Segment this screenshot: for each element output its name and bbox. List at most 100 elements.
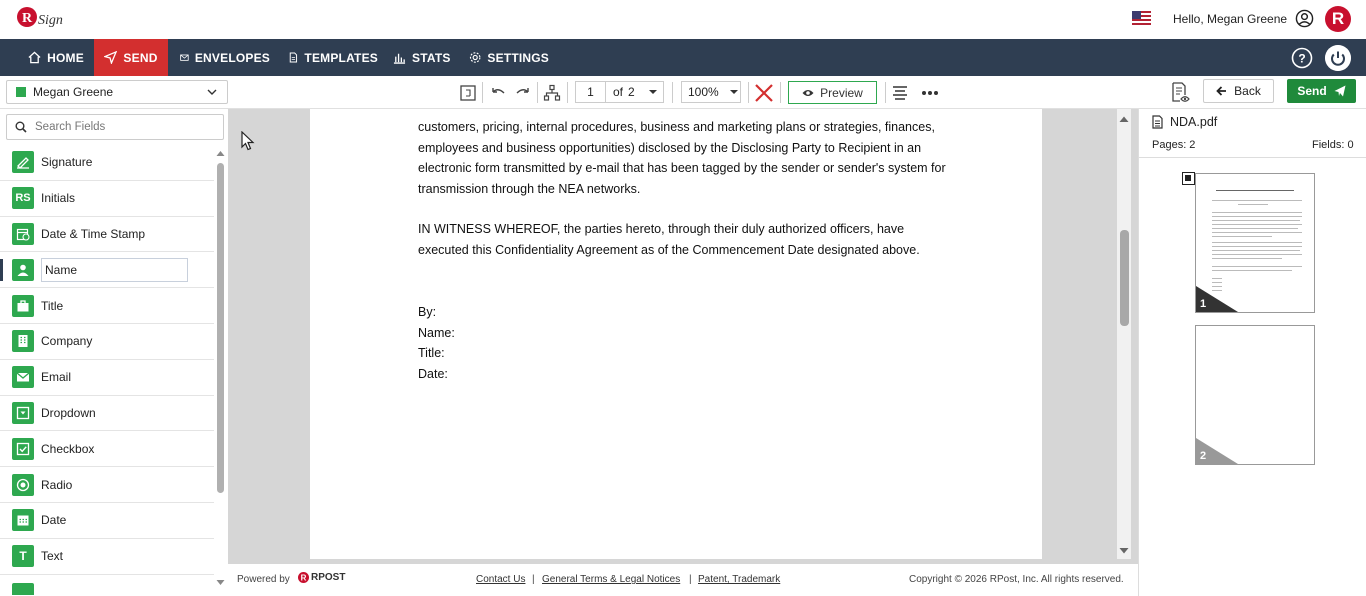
field-label: Dropdown <box>41 405 96 420</box>
doc-line: executed this Confidentiality Agreement … <box>418 242 920 257</box>
nav-envelopes-label: ENVELOPES <box>194 50 270 65</box>
text-icon: T <box>12 545 34 568</box>
template-icon <box>289 52 298 63</box>
footer-separator: | <box>689 574 692 585</box>
field-email[interactable]: Email <box>0 360 214 396</box>
gear-icon <box>469 52 481 63</box>
send-label: Send <box>1297 84 1327 98</box>
zoom-value: 100% <box>688 85 719 99</box>
scroll-up-icon[interactable] <box>216 149 225 157</box>
avatar[interactable]: R <box>1325 6 1351 32</box>
rsign-logo[interactable]: R Sign <box>16 4 72 34</box>
svg-text:R: R <box>301 574 307 583</box>
document-viewer: customers, pricing, internal procedures,… <box>228 109 1138 564</box>
scroll-up-icon[interactable] <box>1119 115 1129 123</box>
field-icon <box>12 582 34 595</box>
nav-envelopes[interactable]: ENVELOPES <box>180 39 270 76</box>
document-page[interactable]: customers, pricing, internal procedures,… <box>310 109 1042 559</box>
arrow-left-icon <box>1216 86 1227 96</box>
document-file-name: NDA.pdf <box>1152 115 1217 129</box>
field-dropdown[interactable]: Dropdown <box>0 396 214 432</box>
field-name[interactable]: Name <box>0 252 214 289</box>
page-select-checkbox[interactable] <box>1182 172 1195 185</box>
nav-settings[interactable]: SETTINGS <box>469 39 549 76</box>
sign-line-by: By: <box>418 305 437 319</box>
divider <box>1138 157 1366 158</box>
send-button[interactable]: Send <box>1287 79 1356 103</box>
rpost-logo-mark: R <box>298 572 309 583</box>
copyright-text: Copyright © 2026 RPost, Inc. All rights … <box>909 574 1124 585</box>
nav-templates-label: TEMPLATES <box>304 50 378 65</box>
undo-icon[interactable] <box>489 84 507 102</box>
align-icon[interactable] <box>891 84 909 102</box>
rpost-logo-text: RPOST <box>311 572 346 583</box>
signature-block: By: Name: Title: Date: <box>418 302 455 384</box>
field-title[interactable]: Title <box>0 288 214 324</box>
more-options-icon[interactable] <box>921 84 939 102</box>
document-scrollbar-thumb[interactable] <box>1120 230 1129 326</box>
field-text[interactable]: T Text <box>0 539 214 575</box>
power-icon[interactable] <box>1325 45 1351 71</box>
delete-x-icon[interactable] <box>754 83 774 103</box>
footer-separator: | <box>532 574 535 585</box>
nav-home[interactable]: HOME <box>18 39 94 76</box>
nav-send[interactable]: SEND <box>94 39 168 76</box>
building-icon <box>12 330 34 353</box>
field-label: Date <box>41 513 67 528</box>
page-select[interactable]: of 2 <box>606 81 664 103</box>
field-initials[interactable]: RS Initials <box>0 181 214 217</box>
field-date-time-stamp[interactable]: Date & Time Stamp <box>0 217 214 253</box>
page-number-label: 2 <box>1200 450 1207 462</box>
divider <box>885 82 886 103</box>
signer-color-swatch <box>16 87 26 97</box>
preview-button[interactable]: Preview <box>788 81 877 104</box>
terms-link[interactable]: General Terms & Legal Notices <box>542 574 680 585</box>
divider <box>672 82 673 103</box>
doc-line: transmission through the NEA networks. <box>418 181 641 196</box>
sign-line-title: Title: <box>418 346 445 360</box>
caret-down-icon <box>729 90 738 94</box>
us-flag-icon[interactable] <box>1132 11 1151 27</box>
paper-plane-icon <box>1334 85 1346 97</box>
field-checkbox[interactable]: Checkbox <box>0 431 214 468</box>
nav-stats[interactable]: STATS <box>393 39 453 76</box>
field-label: Email <box>41 370 72 385</box>
nav-templates[interactable]: TEMPLATES <box>288 39 378 76</box>
contact-us-link[interactable]: Contact Us <box>476 574 525 585</box>
footer: Powered by R RPOST Contact Us | General … <box>228 564 1138 596</box>
field-partial[interactable] <box>0 575 214 595</box>
zoom-select[interactable]: 100% <box>681 81 741 103</box>
page-thumbnail-1[interactable]: 1 <box>1195 173 1315 313</box>
search-fields-input[interactable]: Search Fields <box>6 114 224 140</box>
caret-down-icon <box>648 90 657 94</box>
document-view-icon[interactable] <box>1170 82 1190 104</box>
field-signature[interactable]: Signature <box>0 145 214 181</box>
field-company[interactable]: Company <box>0 324 214 360</box>
page-thumbnail-2[interactable]: 2 <box>1195 325 1315 465</box>
fields-scrollbar-thumb[interactable] <box>217 163 224 493</box>
signer-dropdown[interactable]: Megan Greene <box>6 80 228 104</box>
svg-text:?: ? <box>1298 52 1305 66</box>
doc-line: IN WITNESS WHEREOF, the parties hereto, … <box>418 222 905 236</box>
redo-icon[interactable] <box>514 84 532 102</box>
field-label: Name <box>41 257 189 282</box>
main-nav: HOME SEND ENVELOPES TEMPLATES STATS SETT… <box>0 39 1366 76</box>
top-bar: R Sign Hello, Megan Greene R <box>0 0 1366 39</box>
fields-panel: Search Fields Signature RS Initials Date… <box>0 109 228 596</box>
divider <box>748 82 749 103</box>
scroll-down-icon[interactable] <box>1119 547 1129 555</box>
help-icon[interactable]: ? <box>1291 47 1313 69</box>
user-account-icon[interactable] <box>1295 9 1314 28</box>
hierarchy-icon[interactable] <box>543 84 561 102</box>
patent-link[interactable]: Patent, Trademark <box>698 574 780 585</box>
document-scrollbar[interactable] <box>1117 109 1131 559</box>
fit-page-icon[interactable] <box>459 84 477 102</box>
page-number-input[interactable]: 1 <box>575 81 606 103</box>
field-date[interactable]: Date <box>0 503 214 539</box>
initials-icon: RS <box>12 187 34 210</box>
back-button[interactable]: Back <box>1203 79 1274 103</box>
divider <box>537 82 538 103</box>
field-radio[interactable]: Radio <box>0 467 214 503</box>
scroll-down-icon[interactable] <box>216 579 225 587</box>
radio-icon <box>12 473 34 496</box>
